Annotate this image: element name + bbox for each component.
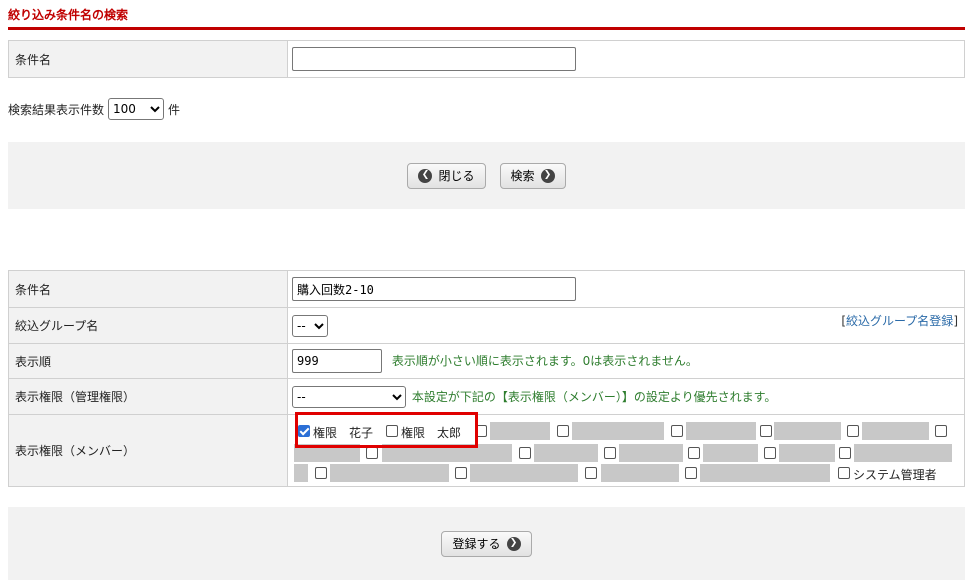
- search-button-bar: ❮ 閉じる 検索 ❯: [8, 142, 965, 209]
- member-permission-cell: 権限 花子 権限 太郎 システム管理者: [287, 414, 965, 487]
- member-checkbox[interactable]: [475, 424, 487, 437]
- member-checkbox[interactable]: [764, 446, 776, 459]
- member-checkbox[interactable]: [847, 424, 859, 437]
- display-order-cell: 表示順が小さい順に表示されます。0は表示されません。: [287, 343, 965, 379]
- member-checkbox[interactable]: [519, 446, 531, 459]
- member-checkbox[interactable]: [366, 446, 378, 459]
- member-checkbox[interactable]: [604, 446, 616, 459]
- bracket-close: ]: [953, 314, 958, 328]
- member-checkbox[interactable]: [839, 446, 851, 459]
- redacted-member-name: [854, 443, 952, 462]
- redacted-member-name: [534, 443, 598, 462]
- search-button-label: 検索: [510, 169, 535, 183]
- chevron-right-icon: ❯: [540, 168, 555, 183]
- redacted-member-name: [601, 463, 679, 482]
- system-admin-checkbox[interactable]: [838, 466, 850, 479]
- group-register-link[interactable]: 絞込グループ名登録: [846, 314, 953, 328]
- member-checkbox[interactable]: [688, 446, 700, 459]
- redacted-member-name: [686, 421, 756, 440]
- member-checkbox[interactable]: [315, 466, 327, 479]
- redacted-member-name: [862, 421, 929, 440]
- member-checkbox[interactable]: [455, 466, 467, 479]
- redacted-member-name: [572, 421, 664, 440]
- search-condition-input[interactable]: [292, 47, 576, 71]
- register-button[interactable]: 登録する ❯: [441, 530, 532, 557]
- redacted-member-name: [470, 463, 578, 482]
- condition-name-input[interactable]: [292, 277, 576, 301]
- result-count-select[interactable]: 100: [108, 98, 165, 120]
- admin-permission-label: 表示権限（管理権限）: [8, 378, 288, 415]
- admin-permission-select[interactable]: --: [292, 385, 406, 408]
- member-checkbox-hanako[interactable]: [298, 424, 310, 437]
- admin-permission-note: 本設定が下記の【表示権限（メンバー）】の設定より優先されます。: [411, 389, 777, 404]
- redacted-member-name: [382, 443, 512, 462]
- close-button-label: 閉じる: [438, 169, 475, 183]
- search-button[interactable]: 検索 ❯: [499, 162, 566, 189]
- member-checkbox-taro[interactable]: [386, 424, 398, 437]
- close-button[interactable]: ❮ 閉じる: [407, 162, 486, 189]
- display-order-label: 表示順: [8, 343, 288, 379]
- redacted-member-name: [619, 443, 683, 462]
- search-section-title: 絞り込み条件名の検索: [8, 8, 129, 22]
- redacted-member-name: [294, 463, 308, 482]
- group-name-cell: -- [絞込グループ名登録]: [287, 307, 965, 344]
- redacted-member-name: [294, 443, 360, 462]
- member-checkbox[interactable]: [585, 466, 597, 479]
- group-name-select[interactable]: --: [292, 314, 328, 337]
- chevron-right-icon: ❯: [506, 536, 521, 551]
- title-divider: [8, 27, 965, 30]
- search-table: 条件名: [8, 40, 965, 78]
- member-checkbox[interactable]: [760, 424, 772, 437]
- display-order-input[interactable]: [292, 349, 382, 373]
- member-name-taro: 権限 太郎: [401, 425, 462, 440]
- submit-button-bar: 登録する ❯: [8, 507, 965, 580]
- result-count-unit: 件: [168, 102, 181, 117]
- member-checkbox[interactable]: [557, 424, 569, 437]
- condition-name-cell: [287, 270, 965, 308]
- register-button-label: 登録する: [452, 537, 501, 551]
- redacted-member-name: [330, 463, 449, 482]
- system-admin-label: システム管理者: [853, 467, 937, 482]
- condition-name-label: 条件名: [8, 270, 288, 308]
- condition-form-table: 条件名 絞込グループ名 -- [絞込グループ名登録] 表示順 表示順が小さい順に…: [8, 270, 965, 487]
- group-register-link-wrap: [絞込グループ名登録]: [841, 312, 958, 329]
- group-name-label: 絞込グループ名: [8, 307, 288, 344]
- member-checkbox[interactable]: [935, 424, 947, 437]
- redacted-member-name: [700, 463, 830, 482]
- member-checkbox[interactable]: [671, 424, 683, 437]
- admin-permission-cell: -- 本設定が下記の【表示権限（メンバー）】の設定より優先されます。: [287, 378, 965, 415]
- display-order-note: 表示順が小さい順に表示されます。0は表示されません。: [391, 354, 698, 368]
- member-checkbox-list: 権限 花子 権限 太郎 システム管理者: [288, 416, 964, 486]
- chevron-left-icon: ❮: [418, 168, 433, 183]
- redacted-member-name: [703, 443, 758, 462]
- search-condition-cell: [287, 40, 965, 78]
- member-permission-label: 表示権限（メンバー）: [8, 414, 288, 487]
- redacted-member-name: [774, 421, 841, 440]
- result-count-label: 検索結果表示件数: [8, 102, 105, 117]
- result-count-row: 検索結果表示件数 100 件: [8, 98, 180, 120]
- search-condition-label: 条件名: [8, 40, 288, 78]
- redacted-member-name: [490, 421, 550, 440]
- member-checkbox[interactable]: [685, 466, 697, 479]
- redacted-member-name: [779, 443, 835, 462]
- member-name-hanako: 権限 花子: [313, 425, 374, 440]
